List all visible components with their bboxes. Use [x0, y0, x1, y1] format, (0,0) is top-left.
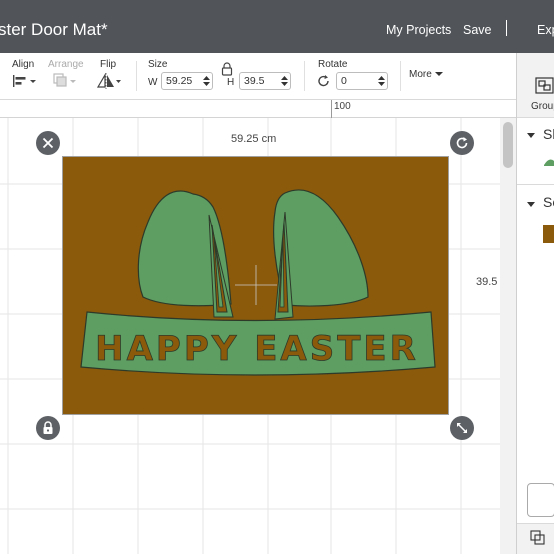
resize-handle[interactable]: [450, 416, 474, 440]
resize-icon: [456, 422, 468, 434]
export-button[interactable]: Exp: [537, 23, 554, 37]
panel-section-1: Sh: [543, 126, 554, 142]
width-readout: 59.25 cm: [231, 133, 277, 145]
group-icon[interactable]: [535, 77, 554, 95]
align-icon[interactable]: [12, 73, 38, 94]
panel-section-2: Se: [543, 194, 554, 210]
rotate-stepper-icon[interactable]: [377, 74, 386, 88]
height-input[interactable]: 39.5: [239, 72, 291, 90]
height-stepper-icon[interactable]: [280, 74, 289, 88]
more-label: More: [409, 69, 432, 80]
edit-toolbar: Align Arrange Flip Size W 59.25 H 39.5 R…: [0, 53, 516, 100]
rotate-handle[interactable]: [450, 131, 474, 155]
ruler-tick: [331, 100, 332, 118]
flip-icon[interactable]: [96, 72, 122, 94]
topbar-divider: [506, 20, 507, 36]
rotate-label: Rotate: [318, 59, 348, 70]
height-value: 39.5: [244, 75, 265, 87]
horizontal-ruler: 100: [0, 100, 516, 118]
height-readout: 39.5: [476, 276, 498, 288]
rotate-input[interactable]: 0: [336, 72, 388, 90]
color-swatch[interactable]: [543, 225, 554, 243]
shape-thumbnail-icon: [544, 159, 554, 166]
lock-handle[interactable]: [36, 416, 60, 440]
layers-icon[interactable]: [530, 530, 546, 546]
panel-divider: [517, 184, 554, 185]
section-collapse-caret[interactable]: [527, 133, 535, 138]
app-window: ster Door Mat* My Projects Save Exp Alig…: [0, 0, 554, 554]
toolbar-divider: [304, 61, 305, 91]
panel-tools: Group: [517, 53, 554, 118]
group-label: Group: [531, 101, 554, 112]
toolbar-divider: [136, 61, 137, 91]
delete-handle[interactable]: [36, 131, 60, 155]
panel-input[interactable]: [527, 483, 554, 517]
width-input[interactable]: 59.25: [161, 72, 213, 90]
project-title: ster Door Mat*: [0, 20, 108, 39]
flip-label: Flip: [100, 59, 117, 70]
my-projects-link[interactable]: My Projects: [386, 23, 451, 37]
save-button[interactable]: Save: [463, 23, 492, 37]
mat-artwork: HAPPY EASTER: [80, 189, 436, 376]
chevron-down-icon: [434, 72, 443, 77]
more-button[interactable]: More: [409, 69, 443, 80]
arrange-icon[interactable]: [53, 73, 79, 94]
size-label: Size: [148, 59, 168, 70]
width-stepper-icon[interactable]: [202, 74, 211, 88]
rotate-small-icon: [317, 74, 331, 93]
height-prefix: H: [227, 77, 235, 88]
vertical-scrollbar[interactable]: [500, 118, 516, 554]
width-prefix: W: [148, 77, 158, 88]
rotate-value: 0: [341, 75, 347, 87]
section-collapse-caret[interactable]: [527, 202, 535, 207]
door-mat-design[interactable]: HAPPY EASTER: [62, 156, 449, 415]
align-label: Align: [12, 59, 35, 70]
lock-icon: [43, 421, 53, 434]
width-value: 59.25: [166, 75, 193, 87]
arrange-label: Arrange: [48, 59, 84, 70]
close-icon: [42, 137, 54, 149]
toolbar-divider: [400, 61, 401, 91]
scrollbar-thumb[interactable]: [503, 122, 513, 168]
layers-panel: Group Sh Se: [516, 53, 554, 554]
rotate-icon: [456, 137, 468, 149]
banner-text: HAPPY EASTER: [95, 329, 419, 369]
ruler-mark: 100: [334, 101, 351, 112]
panel-footer: [517, 523, 554, 554]
top-bar: ster Door Mat* My Projects Save Exp: [0, 0, 554, 53]
